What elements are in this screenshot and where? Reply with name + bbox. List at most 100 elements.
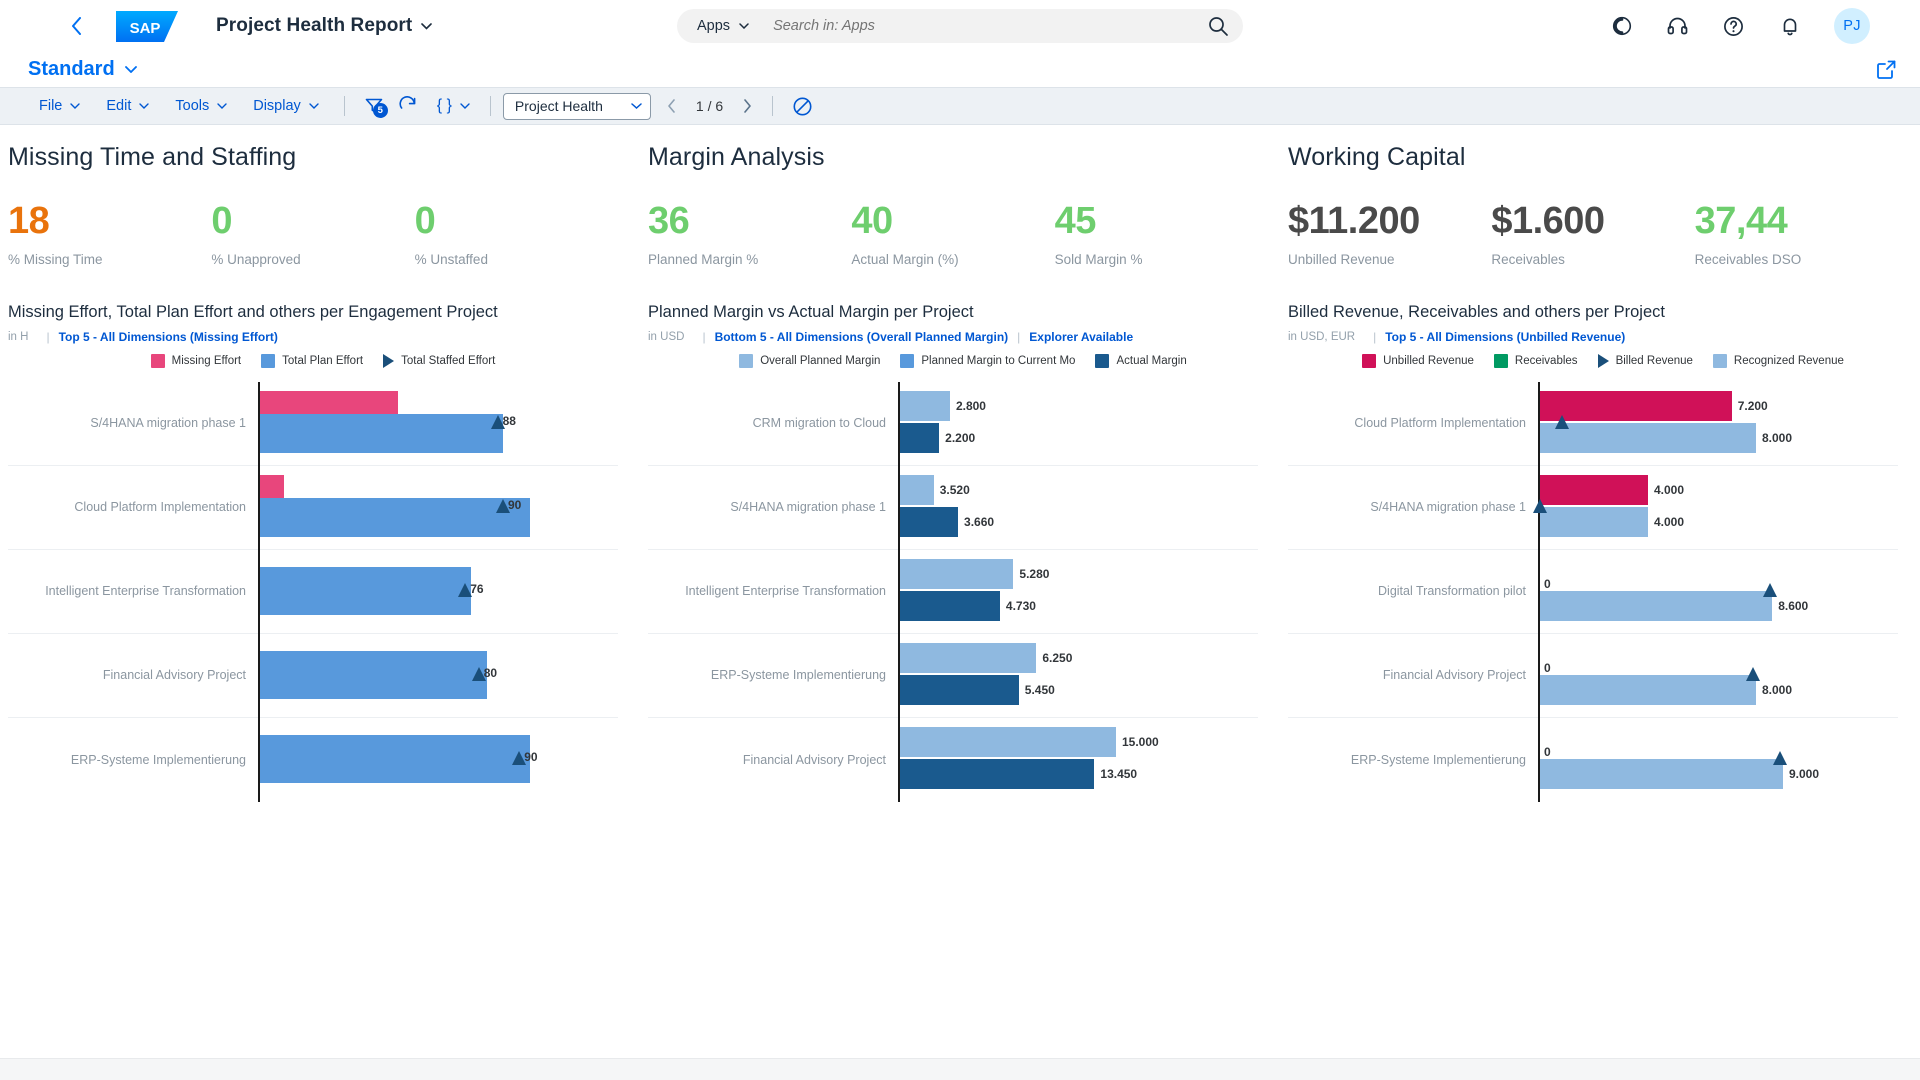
legend-item[interactable]: Total Staffed Effort xyxy=(383,354,495,368)
chart-bar[interactable] xyxy=(900,506,959,537)
page-next-button[interactable] xyxy=(734,93,760,119)
chart-subtitle: in USD | Bottom 5 - All Dimensions (Overal… xyxy=(648,330,1258,344)
kpi-label: Receivables xyxy=(1491,252,1565,267)
chart-bar[interactable] xyxy=(900,759,1095,789)
kpi-tile[interactable]: 0 % Unapproved xyxy=(211,202,414,267)
chart-marker-triangle[interactable] xyxy=(1773,751,1788,765)
search-icon[interactable] xyxy=(1207,15,1229,37)
kpi-label: % Unstaffed xyxy=(414,252,488,267)
legend-item[interactable]: Billed Revenue xyxy=(1597,354,1693,368)
menu-display-label: Display xyxy=(253,98,301,114)
bar-zero-label: 0 xyxy=(1544,745,1551,759)
menu-display[interactable]: Display xyxy=(240,92,332,120)
chart-filter-link[interactable]: Bottom 5 - All Dimensions (Overall Plann… xyxy=(715,330,1009,344)
legend-item[interactable]: Actual Margin xyxy=(1095,354,1187,368)
chart-subtitle-divider: | xyxy=(1017,330,1021,344)
chart-filter-link[interactable]: Explorer Available xyxy=(1029,330,1133,344)
chart-title: Planned Margin vs Actual Margin per Proj… xyxy=(648,303,974,321)
formula-braces-menu[interactable]: { } xyxy=(425,92,478,120)
chart-bar[interactable] xyxy=(1540,474,1648,505)
kpi-tile[interactable]: 18 % Missing Time xyxy=(8,202,211,267)
legend-item[interactable]: Overall Planned Margin xyxy=(739,354,880,368)
app-title[interactable]: Project Health Report xyxy=(216,15,433,37)
category-label: Financial Advisory Project xyxy=(1382,668,1526,682)
kpi-value: 0 xyxy=(414,200,436,242)
chart-category-row: CRM migration to Cloud 2.800 2.200 xyxy=(648,381,1258,466)
chart-bar[interactable] xyxy=(1540,390,1732,421)
menu-file[interactable]: File xyxy=(26,92,93,120)
page-prev-button[interactable] xyxy=(659,93,685,119)
chart-bar[interactable] xyxy=(260,735,530,783)
chart-bar[interactable] xyxy=(1540,422,1756,453)
legend-item[interactable]: Recognized Revenue xyxy=(1712,354,1844,368)
chart-marker-triangle[interactable] xyxy=(1533,498,1547,513)
kpi-tile[interactable]: $1.600 Receivables xyxy=(1491,202,1694,267)
chart-marker-triangle[interactable] xyxy=(1746,666,1761,681)
chart-bar[interactable] xyxy=(900,642,1037,673)
chart-filter-link[interactable]: Top 5 - All Dimensions (Unbilled Revenue… xyxy=(1385,330,1625,344)
kpi-tile[interactable]: 37,44 Receivables DSO xyxy=(1695,202,1898,267)
global-search[interactable]: Apps xyxy=(677,9,1243,43)
kpi-tile[interactable]: $11.200 Unbilled Revenue xyxy=(1288,202,1491,267)
bars-area: 90 xyxy=(258,465,618,550)
legend-item[interactable]: Total Plan Effort xyxy=(261,354,363,368)
pause-refresh-icon[interactable] xyxy=(785,92,819,120)
chart-bar[interactable] xyxy=(260,650,487,699)
kpi-tile[interactable]: 0 % Unstaffed xyxy=(415,202,618,267)
chart-bar[interactable] xyxy=(260,413,503,432)
bar-value-label: 7.200 xyxy=(1737,398,1768,413)
bar-value-label: 4.000 xyxy=(1654,514,1685,529)
bar-value-label: 9.000 xyxy=(1789,767,1820,781)
variant-bar: Standard xyxy=(0,52,1920,87)
chart-bar[interactable] xyxy=(900,727,1116,757)
help-question-icon[interactable] xyxy=(1722,15,1745,38)
chart-bar[interactable] xyxy=(1540,674,1756,705)
avatar[interactable]: PJ xyxy=(1834,8,1870,44)
notification-bell-icon[interactable] xyxy=(1778,15,1801,38)
chart-bar[interactable] xyxy=(260,566,471,615)
search-input[interactable] xyxy=(773,18,1207,34)
copilot-icon[interactable] xyxy=(1610,15,1633,38)
sap-logo[interactable]: SAP xyxy=(116,10,178,42)
chart-bar[interactable] xyxy=(1540,506,1648,537)
legend-item[interactable]: Receivables xyxy=(1493,354,1578,368)
report-select[interactable]: Project Health xyxy=(502,92,651,120)
legend-swatch-icon xyxy=(150,354,165,368)
refresh-icon[interactable] xyxy=(391,92,425,120)
menu-tools[interactable]: Tools xyxy=(162,92,240,120)
chart-bar[interactable] xyxy=(1540,590,1773,621)
filter-icon[interactable]: 5 xyxy=(357,92,391,120)
bars-area: 15.000 13.450 xyxy=(898,718,1258,802)
kpi-tile[interactable]: 45 Sold Margin % xyxy=(1055,202,1258,267)
bars-area: 90 xyxy=(258,718,618,802)
legend-item[interactable]: Unbilled Revenue xyxy=(1362,354,1474,368)
legend-item[interactable]: Missing Effort xyxy=(150,354,241,368)
headset-support-icon[interactable] xyxy=(1666,15,1689,38)
chart-bar[interactable] xyxy=(900,474,934,505)
back-navigation-icon[interactable] xyxy=(62,12,90,40)
search-scope-selector[interactable]: Apps xyxy=(697,18,749,34)
variant-selector[interactable]: Standard xyxy=(28,58,137,81)
menu-file-label: File xyxy=(39,98,63,114)
bar-value-label: 3.660 xyxy=(964,514,995,529)
kpi-tile[interactable]: 36 Planned Margin % xyxy=(648,202,851,267)
category-label: ERP-Systeme Implementierung xyxy=(70,752,246,767)
chart-marker-triangle[interactable] xyxy=(1762,582,1777,597)
chart-bar[interactable] xyxy=(900,422,940,453)
chart-bar[interactable] xyxy=(260,497,530,516)
chart-filter-link[interactable]: Top 5 - All Dimensions (Missing Effort) xyxy=(59,330,278,344)
menu-edit[interactable]: Edit xyxy=(93,92,162,120)
bars-area: 8.000 0 xyxy=(1538,633,1898,718)
bars-area: 80 xyxy=(258,633,618,718)
legend-item[interactable]: Planned Margin to Current Mo xyxy=(900,354,1075,368)
chart-marker-triangle[interactable] xyxy=(1554,414,1569,429)
chart-bar[interactable] xyxy=(900,674,1019,705)
chart-bar[interactable] xyxy=(900,558,1014,589)
kpi-tile[interactable]: 40 Actual Margin (%) xyxy=(851,202,1054,267)
chart-category-row: S/4HANA migration phase 1 3.520 3.660 xyxy=(648,465,1258,550)
share-export-icon[interactable] xyxy=(1874,58,1898,82)
chart-bar[interactable] xyxy=(1540,759,1783,789)
bar-value-label: 2.800 xyxy=(955,398,986,413)
chart-bar[interactable] xyxy=(900,390,950,421)
chart-bar[interactable] xyxy=(900,590,1000,621)
